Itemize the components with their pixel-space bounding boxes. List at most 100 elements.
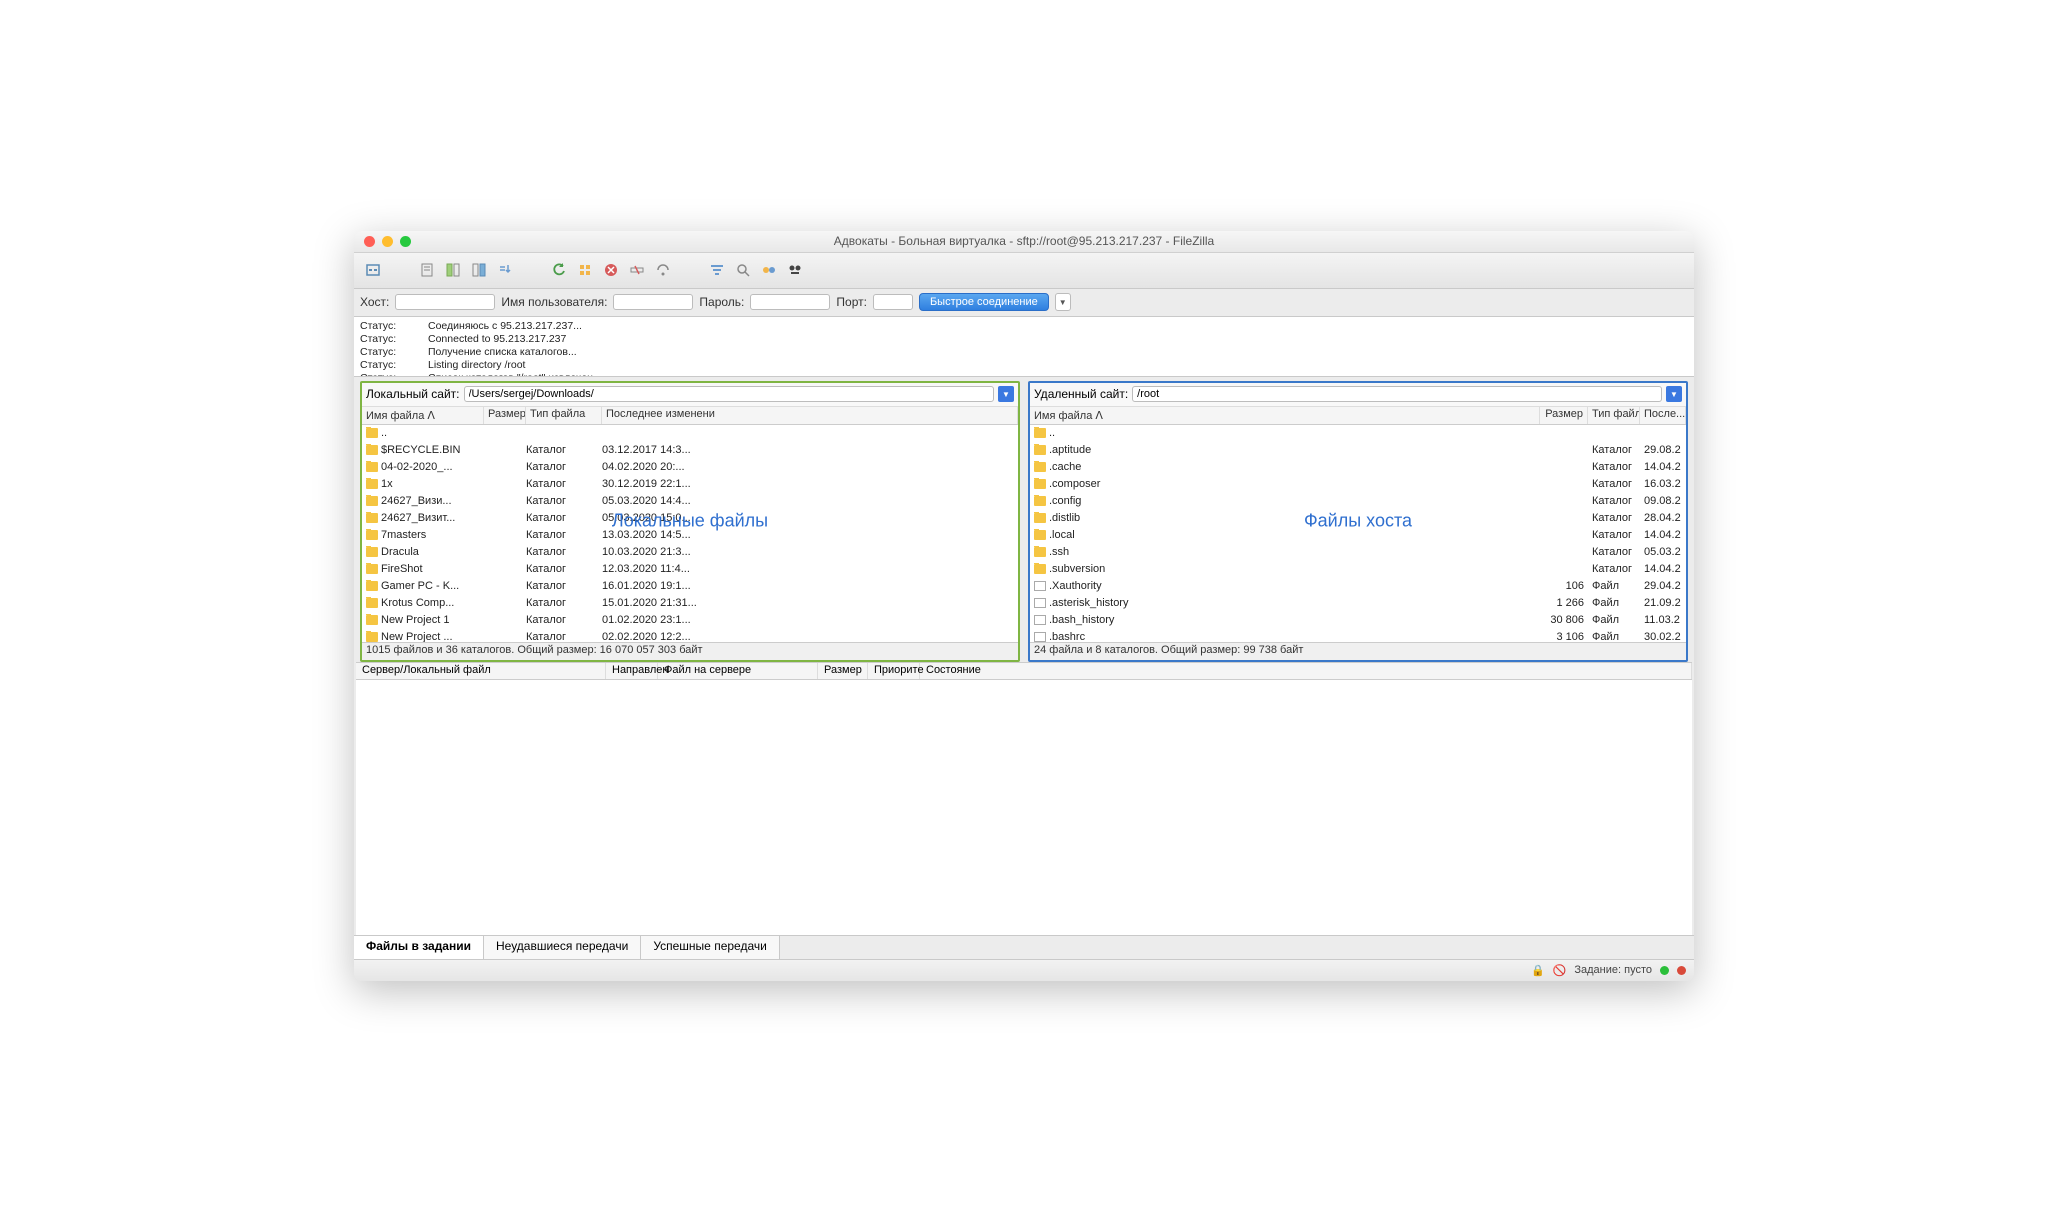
file-row[interactable]: .distlibКаталог28.04.2 xyxy=(1030,510,1686,527)
lock-icon: 🔒 xyxy=(1531,964,1545,977)
log-msg: Listing directory /root xyxy=(428,359,525,372)
queue-col-priority[interactable]: Приорите xyxy=(868,663,920,679)
close-button[interactable] xyxy=(364,236,375,247)
file-row[interactable]: FireShotКаталог12.03.2020 11:4... xyxy=(362,561,1018,578)
queue-body[interactable] xyxy=(356,680,1692,935)
toggle-log-icon[interactable] xyxy=(416,259,438,281)
file-type: Каталог xyxy=(522,631,598,642)
file-row[interactable]: 24627_Визит...Каталог05.03.2020 15:0... xyxy=(362,510,1018,527)
file-type: Каталог xyxy=(522,546,598,558)
log-label: Статус: xyxy=(360,320,428,333)
file-row[interactable]: 04-02-2020_...Каталог04.02.2020 20:... xyxy=(362,459,1018,476)
forbidden-icon: 🚫 xyxy=(1553,964,1567,977)
file-row[interactable]: New Project 1Каталог01.02.2020 23:1... xyxy=(362,612,1018,629)
file-icon xyxy=(1034,632,1046,642)
host-input[interactable] xyxy=(395,294,495,310)
local-header[interactable]: Имя файла ᐱ Размер Тип файла Последнее и… xyxy=(362,407,1018,425)
tab-success[interactable]: Успешные передачи xyxy=(641,936,780,959)
local-col-size[interactable]: Размер xyxy=(484,407,526,424)
remote-col-name[interactable]: Имя файла ᐱ xyxy=(1030,407,1540,424)
file-name: 1x xyxy=(362,478,480,490)
compare-icon[interactable] xyxy=(758,259,780,281)
toggle-local-tree-icon[interactable] xyxy=(442,259,464,281)
local-path-dropdown[interactable]: ▼ xyxy=(998,386,1014,402)
file-row[interactable]: New Project ...Каталог02.02.2020 12:2... xyxy=(362,629,1018,642)
file-row[interactable]: Krotus Comp...Каталог15.01.2020 21:31... xyxy=(362,595,1018,612)
queue-col-server[interactable]: Сервер/Локальный файл xyxy=(356,663,606,679)
minimize-button[interactable] xyxy=(382,236,393,247)
file-row[interactable]: .. xyxy=(1030,425,1686,442)
local-col-modified[interactable]: Последнее изменени xyxy=(602,407,1018,424)
local-status: 1015 файлов и 36 каталогов. Общий размер… xyxy=(362,642,1018,660)
local-file-list[interactable]: ..$RECYCLE.BINКаталог03.12.2017 14:3...0… xyxy=(362,425,1018,642)
file-row[interactable]: .asterisk_history1 266Файл21.09.2 xyxy=(1030,595,1686,612)
file-date: 01.02.2020 23:1... xyxy=(598,614,1018,626)
led-red-icon xyxy=(1677,966,1686,975)
file-row[interactable]: 1xКаталог30.12.2019 22:1... xyxy=(362,476,1018,493)
toggle-remote-tree-icon[interactable] xyxy=(468,259,490,281)
folder-icon xyxy=(366,564,378,574)
local-path-input[interactable] xyxy=(464,386,995,402)
file-type: Каталог xyxy=(522,461,598,473)
cancel-icon[interactable] xyxy=(600,259,622,281)
port-input[interactable] xyxy=(873,294,913,310)
file-row[interactable]: Gamer PC - K...Каталог16.01.2020 19:1... xyxy=(362,578,1018,595)
file-row[interactable]: .bash_history30 806Файл11.03.2 xyxy=(1030,612,1686,629)
pass-input[interactable] xyxy=(750,294,830,310)
file-row[interactable]: .aptitudeКаталог29.08.2 xyxy=(1030,442,1686,459)
file-date: 05.03.2 xyxy=(1640,546,1686,558)
quickconnect-button[interactable]: Быстрое соединение xyxy=(919,293,1049,311)
refresh-icon[interactable] xyxy=(548,259,570,281)
quickconnect-dropdown[interactable]: ▼ xyxy=(1055,293,1071,311)
remote-col-size[interactable]: Размер xyxy=(1540,407,1588,424)
queue-col-state[interactable]: Состояние xyxy=(920,663,1692,679)
maximize-button[interactable] xyxy=(400,236,411,247)
file-row[interactable]: 7mastersКаталог13.03.2020 14:5... xyxy=(362,527,1018,544)
disconnect-icon[interactable] xyxy=(626,259,648,281)
queue-header[interactable]: Сервер/Локальный файл Направлен Файл на … xyxy=(356,662,1692,680)
sync-browse-icon[interactable] xyxy=(784,259,806,281)
remote-header[interactable]: Имя файла ᐱ Размер Тип файла После... xyxy=(1030,407,1686,425)
file-row[interactable]: .Xauthority106Файл29.04.2 xyxy=(1030,578,1686,595)
remote-file-list[interactable]: ...aptitudeКаталог29.08.2.cacheКаталог14… xyxy=(1030,425,1686,642)
file-row[interactable]: .cacheКаталог14.04.2 xyxy=(1030,459,1686,476)
local-col-type[interactable]: Тип файла xyxy=(526,407,602,424)
file-date: 10.03.2020 21:3... xyxy=(598,546,1018,558)
message-log[interactable]: Статус:Соединяюсь с 95.213.217.237...Ста… xyxy=(354,317,1694,377)
file-row[interactable]: .sshКаталог05.03.2 xyxy=(1030,544,1686,561)
file-name: .Xauthority xyxy=(1030,580,1540,592)
remote-col-type[interactable]: Тип файла xyxy=(1588,407,1640,424)
reconnect-icon[interactable] xyxy=(652,259,674,281)
tab-failed[interactable]: Неудавшиеся передачи xyxy=(484,936,641,959)
file-row[interactable]: .subversionКаталог14.04.2 xyxy=(1030,561,1686,578)
file-date: 14.04.2 xyxy=(1640,461,1686,473)
file-row[interactable]: .. xyxy=(362,425,1018,442)
user-input[interactable] xyxy=(613,294,693,310)
queue-col-remote[interactable]: Файл на сервере xyxy=(658,663,818,679)
remote-pane: Файлы хоста Удаленный сайт: ▼ Имя файла … xyxy=(1028,381,1688,662)
file-type: Каталог xyxy=(522,512,598,524)
filter-icon[interactable] xyxy=(706,259,728,281)
tab-queued[interactable]: Файлы в задании xyxy=(354,936,484,959)
file-row[interactable]: $RECYCLE.BINКаталог03.12.2017 14:3... xyxy=(362,442,1018,459)
file-row[interactable]: 24627_Визи...Каталог05.03.2020 14:4... xyxy=(362,493,1018,510)
local-col-name[interactable]: Имя файла ᐱ xyxy=(362,407,484,424)
file-type: Файл xyxy=(1588,580,1640,592)
queue-col-direction[interactable]: Направлен xyxy=(606,663,658,679)
remote-path-dropdown[interactable]: ▼ xyxy=(1666,386,1682,402)
toggle-queue-icon[interactable] xyxy=(494,259,516,281)
folder-icon xyxy=(366,513,378,523)
file-name: .local xyxy=(1030,529,1540,541)
queue-col-size[interactable]: Размер xyxy=(818,663,868,679)
process-queue-icon[interactable] xyxy=(574,259,596,281)
file-row[interactable]: .localКаталог14.04.2 xyxy=(1030,527,1686,544)
site-manager-icon[interactable] xyxy=(362,259,384,281)
queue-status: Задание: пусто xyxy=(1574,964,1652,976)
remote-col-modified[interactable]: После... xyxy=(1640,407,1686,424)
search-icon[interactable] xyxy=(732,259,754,281)
file-row[interactable]: .bashrc3 106Файл30.02.2 xyxy=(1030,629,1686,642)
file-row[interactable]: DraculaКаталог10.03.2020 21:3... xyxy=(362,544,1018,561)
file-row[interactable]: .composerКаталог16.03.2 xyxy=(1030,476,1686,493)
file-row[interactable]: .configКаталог09.08.2 xyxy=(1030,493,1686,510)
remote-path-input[interactable] xyxy=(1132,386,1662,402)
